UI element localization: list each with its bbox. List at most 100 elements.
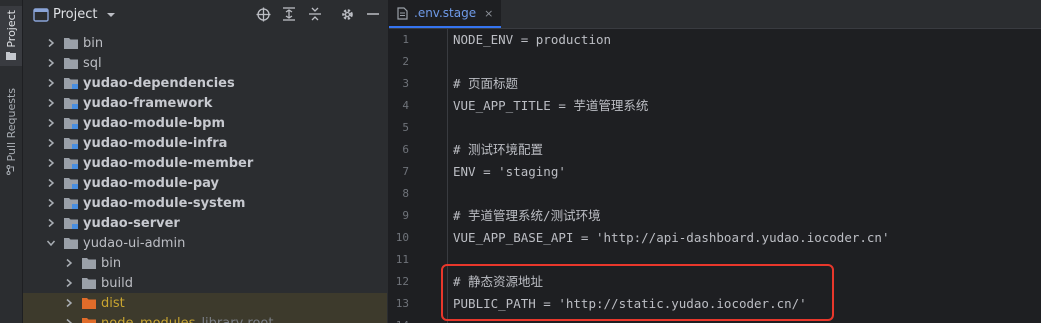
tree-row[interactable]: yudao-module-infra	[23, 133, 387, 153]
close-icon[interactable]: ×	[484, 7, 493, 20]
settings-button[interactable]	[339, 6, 355, 22]
project-panel-title: Project	[53, 7, 98, 22]
hide-panel-button[interactable]	[365, 6, 381, 22]
folder-icon	[64, 238, 78, 249]
tree-row[interactable]: bin	[23, 253, 387, 273]
code-line[interactable]: VUE_APP_TITLE = 芋道管理系统	[453, 95, 648, 117]
tree-row[interactable]: yudao-ui-admin	[23, 233, 387, 253]
module-folder-icon	[64, 178, 78, 189]
folder-icon	[82, 258, 96, 269]
code-line[interactable]: # 芋道管理系统/测试环境	[453, 205, 601, 227]
chevron-right-icon[interactable]	[45, 97, 57, 109]
folder-icon	[82, 318, 96, 323]
code-line[interactable]: ENV = 'staging'	[453, 161, 566, 183]
line-number: 11	[395, 253, 409, 266]
folder-icon	[64, 38, 78, 49]
chevron-right-icon[interactable]	[45, 117, 57, 129]
module-folder-icon	[64, 218, 78, 229]
chevron-down-icon[interactable]	[45, 237, 57, 249]
tree-row[interactable]: yudao-server	[23, 213, 387, 233]
expand-all-button[interactable]	[281, 6, 297, 22]
line-number-gutter: 1234567891011121314	[389, 29, 446, 323]
tree-item-label: yudao-server	[83, 215, 180, 231]
tree-row[interactable]: yudao-module-member	[23, 153, 387, 173]
tree-row[interactable]: yudao-dependencies	[23, 73, 387, 93]
line-number: 2	[402, 55, 409, 68]
code-line[interactable]: # 页面标题	[453, 73, 518, 95]
project-panel: Project bin sql yudao-dependencies yudao…	[23, 0, 387, 323]
project-view-icon	[33, 7, 49, 22]
chevron-down-icon[interactable]	[105, 9, 117, 21]
collapse-all-button[interactable]	[307, 6, 323, 22]
tree-item-label: build	[101, 275, 133, 291]
tree-item-label: bin	[101, 255, 122, 271]
tree-row[interactable]: node_modules library root	[23, 313, 387, 323]
tree-item-label: dist	[101, 295, 125, 311]
line-number: 4	[402, 99, 409, 112]
line-number: 3	[402, 77, 409, 90]
crosshair-icon	[256, 7, 270, 21]
tree-item-label: node_modules	[101, 315, 196, 323]
line-number: 14	[389, 315, 409, 323]
collapse-all-icon	[309, 7, 321, 21]
tree-row[interactable]: yudao-module-bpm	[23, 113, 387, 133]
tree-item-label: yudao-framework	[83, 95, 213, 111]
line-number: 10	[395, 231, 409, 244]
locate-file-button[interactable]	[255, 6, 271, 22]
editor-tab-label: .env.stage	[414, 6, 477, 20]
code-line[interactable]: NODE_ENV = production	[453, 29, 611, 51]
line-number: 13	[395, 297, 409, 310]
editor-tab-env-stage[interactable]: .env.stage ×	[389, 0, 502, 28]
module-folder-icon	[64, 198, 78, 209]
tree-row[interactable]: yudao-module-system	[23, 193, 387, 213]
tree-item-label: yudao-module-infra	[83, 135, 228, 151]
pull-requests-tool-tab-label: Pull Requests	[4, 88, 18, 162]
module-folder-icon	[64, 78, 78, 89]
chevron-right-icon[interactable]	[63, 277, 75, 289]
tree-row[interactable]: yudao-module-pay	[23, 173, 387, 193]
pull-requests-tool-tab[interactable]: Pull Requests	[0, 84, 22, 179]
line-number: 7	[402, 165, 409, 178]
chevron-right-icon[interactable]	[45, 197, 57, 209]
tree-row[interactable]: build	[23, 273, 387, 293]
line-number: 9	[402, 209, 409, 222]
module-folder-icon	[64, 138, 78, 149]
tree-item-label: yudao-module-member	[83, 155, 254, 171]
code-line[interactable]: VUE_APP_BASE_API = 'http://api-dashboard…	[453, 227, 890, 249]
tree-item-label: yudao-module-bpm	[83, 115, 225, 131]
tree-row[interactable]: bin	[23, 33, 387, 53]
gear-icon	[341, 8, 353, 20]
tree-row[interactable]: yudao-framework	[23, 93, 387, 113]
minimize-icon	[367, 13, 379, 15]
chevron-right-icon[interactable]	[45, 57, 57, 69]
chevron-right-icon[interactable]	[45, 157, 57, 169]
project-tool-tab-label: Project	[4, 10, 18, 48]
project-tool-tab[interactable]: Project	[0, 6, 22, 66]
module-folder-icon	[64, 118, 78, 129]
folder-icon	[6, 51, 16, 60]
tree-row[interactable]: dist	[23, 293, 387, 313]
module-folder-icon	[64, 158, 78, 169]
folder-icon	[82, 298, 96, 309]
chevron-right-icon[interactable]	[63, 317, 75, 323]
file-icon	[397, 6, 408, 20]
chevron-right-icon[interactable]	[63, 297, 75, 309]
tree-item-label: sql	[83, 55, 102, 71]
line-number: 8	[402, 187, 409, 200]
line-number: 5	[402, 121, 409, 134]
highlight-annotation-box	[441, 264, 834, 321]
code-line[interactable]: # 测试环境配置	[453, 139, 543, 161]
chevron-right-icon[interactable]	[45, 77, 57, 89]
tree-item-label: yudao-module-system	[83, 195, 246, 211]
editor-tab-bar: .env.stage ×	[389, 0, 1041, 29]
chevron-right-icon[interactable]	[45, 137, 57, 149]
chevron-right-icon[interactable]	[45, 217, 57, 229]
tree-item-label: bin	[83, 35, 104, 51]
chevron-right-icon[interactable]	[63, 257, 75, 269]
folder-icon	[82, 278, 96, 289]
chevron-right-icon[interactable]	[45, 177, 57, 189]
chevron-right-icon[interactable]	[45, 37, 57, 49]
tree-item-extra: library root	[201, 315, 274, 323]
tool-window-strip: Project Pull Requests	[0, 0, 23, 323]
tree-row[interactable]: sql	[23, 53, 387, 73]
